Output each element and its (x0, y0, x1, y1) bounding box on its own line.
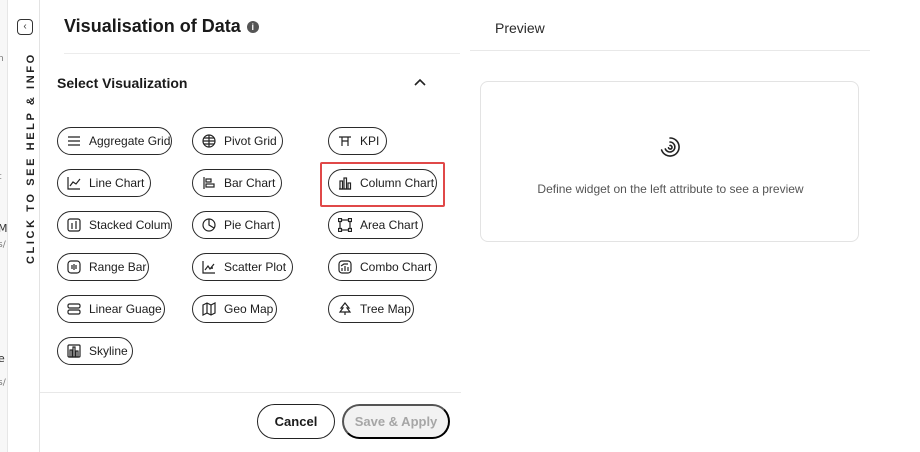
viz-option-label: Linear Guage (89, 302, 162, 316)
viz-option-combo-chart[interactable]: Combo Chart (328, 253, 437, 281)
preview-title: Preview (495, 20, 545, 36)
peek-char: s/ (0, 378, 6, 388)
viz-option-range-bar[interactable]: Range Bar (57, 253, 149, 281)
info-icon[interactable]: i (246, 20, 259, 33)
viz-option-skyline[interactable]: Skyline (57, 337, 133, 365)
loading-spinner-icon (660, 137, 680, 157)
page-title: Visualisation of Data (64, 16, 241, 36)
viz-option-label: Geo Map (224, 302, 274, 316)
viz-option-tree-map[interactable]: Tree Map (328, 295, 414, 323)
viz-option-label: Combo Chart (360, 260, 432, 274)
viz-option-stacked-column[interactable]: Stacked Column (57, 211, 172, 239)
range-bar-icon (67, 260, 81, 274)
peek-char: M (0, 222, 8, 235)
scatter-plot-icon (202, 261, 215, 274)
visualisation-dialog: n t M s/ e s/ ‹ CLICK TO SEE HELP & INFO… (0, 0, 920, 452)
viz-option-label: Skyline (89, 344, 128, 358)
viz-option-label: Scatter Plot (224, 260, 287, 274)
collapse-left-icon[interactable]: ‹ (17, 19, 33, 35)
line-chart-icon (67, 177, 81, 190)
kpi-icon (339, 136, 351, 146)
viz-option-label: Bar Chart (224, 176, 276, 190)
help-rail-label[interactable]: CLICK TO SEE HELP & INFO (25, 52, 37, 264)
preview-divider (470, 50, 870, 51)
viz-option-label: Area Chart (360, 218, 419, 232)
selected-highlight (320, 162, 445, 207)
bar-chart-icon (203, 177, 215, 189)
help-rail[interactable]: ‹ CLICK TO SEE HELP & INFO (8, 0, 40, 452)
viz-option-geo-map[interactable]: Geo Map (192, 295, 277, 323)
preview-hint: Define widget on the left attribute to s… (537, 182, 804, 196)
divider (64, 53, 460, 54)
config-panel: Visualisation of Data i Select Visualiza… (40, 0, 461, 452)
viz-option-label: Tree Map (360, 302, 411, 316)
viz-option-label: Stacked Column (89, 218, 172, 232)
cancel-button[interactable]: Cancel (257, 404, 335, 439)
linear-gauge-icon (67, 303, 81, 315)
viz-option-aggregate-grid[interactable]: Aggregate Grid (57, 127, 172, 155)
peek-char: s/ (0, 240, 6, 250)
viz-option-label: Range Bar (89, 260, 147, 274)
map-icon (202, 302, 216, 316)
skyline-icon (67, 344, 81, 358)
peek-char: e (0, 352, 5, 365)
tree-icon (338, 302, 352, 315)
preview-card: Define widget on the left attribute to s… (480, 81, 859, 242)
viz-option-bar-chart[interactable]: Bar Chart (192, 169, 282, 197)
combo-chart-icon (338, 260, 352, 274)
viz-option-label: Pie Chart (224, 218, 275, 232)
underlying-page-edge: n t M s/ e s/ (0, 0, 8, 452)
viz-option-label: Pivot Grid (224, 134, 277, 148)
save-apply-button[interactable]: Save & Apply (342, 404, 450, 439)
viz-option-pivot-grid[interactable]: Pivot Grid (192, 127, 283, 155)
stacked-column-icon (67, 218, 81, 232)
viz-option-scatter-plot[interactable]: Scatter Plot (192, 253, 293, 281)
section-title: Select Visualization (57, 75, 188, 91)
viz-option-kpi[interactable]: KPI (328, 127, 387, 155)
lines-icon (68, 136, 80, 146)
area-chart-icon (338, 218, 352, 232)
viz-option-linear-guage[interactable]: Linear Guage (57, 295, 165, 323)
viz-option-line-chart[interactable]: Line Chart (57, 169, 151, 197)
pie-chart-icon (202, 218, 216, 232)
footer-divider (40, 392, 461, 393)
chevron-up-icon[interactable] (414, 78, 426, 86)
viz-option-label: Line Chart (89, 176, 145, 190)
viz-option-pie-chart[interactable]: Pie Chart (192, 211, 280, 239)
grid-icon (202, 134, 216, 148)
viz-option-label: KPI (360, 134, 380, 148)
viz-option-label: Aggregate Grid (89, 134, 171, 148)
title-row: Visualisation of Data i (64, 16, 259, 37)
peek-char: n (0, 54, 4, 64)
viz-option-area-chart[interactable]: Area Chart (328, 211, 423, 239)
peek-char: t (0, 172, 2, 182)
